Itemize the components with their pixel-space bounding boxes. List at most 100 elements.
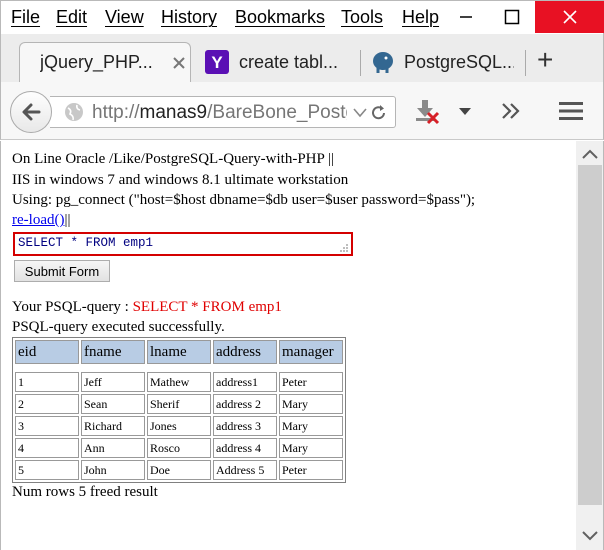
menu-file[interactable]: File [11, 7, 40, 28]
url-prefix: http:// [92, 102, 140, 123]
success-message: PSQL-query executed successfully. [12, 319, 225, 335]
query-textarea[interactable]: SELECT * FROM emp1 [13, 232, 353, 256]
page-content: On Line Oracle /Like/PostgreSQL-Query-wi… [0, 141, 576, 550]
scroll-thumb[interactable] [578, 165, 602, 505]
close-icon [562, 10, 577, 24]
title-line: On Line Oracle /Like/PostgreSQL-Query-wi… [12, 151, 335, 167]
query-text: SELECT * FROM emp1 [18, 236, 154, 250]
tab-postgresql[interactable]: PostgreSQL... [366, 42, 524, 82]
overflow-chevrons-icon[interactable] [500, 102, 522, 120]
row-count-text: Num rows 5 freed result [12, 484, 158, 500]
table-cell: Mary [279, 416, 343, 436]
table-cell: 4 [15, 438, 79, 458]
menu-bookmarks[interactable]: Bookmarks [235, 7, 325, 28]
reload-suffix: || [64, 212, 71, 228]
tab-separator [360, 50, 361, 76]
globe-icon [65, 103, 83, 121]
url-path: /BareBone_Postg [207, 102, 347, 123]
tab-jquery-php[interactable]: jQuery_PHP... [19, 42, 191, 82]
environment-line: IIS in windows 7 and windows 8.1 ultimat… [12, 172, 349, 188]
table-cell: 2 [15, 394, 79, 414]
table-cell: 5 [15, 460, 79, 480]
table-row: 5 John Doe Address 5 Peter [15, 460, 343, 480]
header-cell-lname: lname [147, 340, 211, 364]
minimize-button[interactable] [443, 1, 489, 33]
menu-edit[interactable]: Edit [56, 7, 87, 28]
psql-query-line: Your PSQL-query : SELECT * FROM emp1 [12, 299, 282, 316]
table-cell: 3 [15, 416, 79, 436]
minimize-icon [460, 16, 472, 18]
svg-text:Y: Y [211, 53, 223, 72]
menu-view[interactable]: View [105, 7, 144, 28]
menu-bar: File Edit View History Bookmarks Tools H… [0, 0, 604, 34]
postgresql-elephant-icon [373, 52, 393, 73]
scroll-down-icon[interactable] [582, 531, 598, 541]
table-cell: Sherif [147, 394, 211, 414]
menu-help[interactable]: Help [402, 7, 439, 28]
tab-separator [525, 50, 526, 76]
table-cell: 1 [15, 372, 79, 392]
table-row: 1 Jeff Mathew address1 Peter [15, 372, 343, 392]
menu-history[interactable]: History [161, 7, 217, 28]
table-row: 2 Sean Sherif address 2 Mary [15, 394, 343, 414]
header-cell-manager: manager [279, 340, 343, 364]
close-window-button[interactable] [535, 1, 604, 33]
table-row: 3 Richard Jones address 3 Mary [15, 416, 343, 436]
table-cell: John [81, 460, 145, 480]
table-cell: Doe [147, 460, 211, 480]
usage-line: Using: pg_connect ("host=$host dbname=$d… [12, 192, 476, 208]
back-button[interactable] [10, 91, 52, 133]
back-arrow-icon [22, 103, 41, 121]
chevron-down-icon[interactable] [458, 107, 472, 117]
table-cell: address 3 [213, 416, 277, 436]
header-cell-fname: fname [81, 340, 145, 364]
table-cell: Mathew [147, 372, 211, 392]
tab-close-icon[interactable] [172, 56, 186, 70]
table-cell: address 2 [213, 394, 277, 414]
scroll-up-icon[interactable] [582, 149, 598, 159]
maximize-button[interactable] [489, 1, 535, 33]
resize-grip-icon[interactable] [339, 243, 349, 253]
table-cell: Richard [81, 416, 145, 436]
table-cell: Rosco [147, 438, 211, 458]
yahoo-icon: Y [205, 50, 229, 74]
psql-query-label: Your PSQL-query : [12, 299, 133, 315]
url-text[interactable]: http://manas9/BareBone_Postg [92, 102, 347, 124]
dropdown-arrow-icon[interactable] [353, 108, 367, 118]
table-cell: address1 [213, 372, 277, 392]
table-cell: Peter [279, 372, 343, 392]
tab-label: create tabl... [239, 51, 339, 72]
navigation-bar: http://manas9/BareBone_Postg [0, 82, 604, 140]
vertical-scrollbar[interactable] [576, 141, 604, 550]
submit-form-button[interactable]: Submit Form [14, 260, 110, 282]
psql-query-value: SELECT * FROM emp1 [132, 299, 282, 315]
download-blocked-icon[interactable] [413, 98, 441, 126]
tab-label: PostgreSQL... [404, 51, 514, 72]
table-cell: Jeff [81, 372, 145, 392]
tab-label: jQuery_PHP... [40, 52, 153, 72]
maximize-icon [504, 9, 520, 25]
url-host: manas9 [139, 102, 208, 123]
table-cell: Mary [279, 394, 343, 414]
tab-strip: jQuery_PHP... Y create tabl... PostgreSQ… [0, 34, 604, 82]
new-tab-button[interactable]: + [537, 44, 553, 76]
reload-link[interactable]: re-load() [12, 212, 64, 228]
table-cell: Ann [81, 438, 145, 458]
reload-line: re-load()|| [12, 212, 70, 229]
table-header-row: eid fname lname address manager [15, 340, 343, 364]
table-row: 4 Ann Rosco address 4 Mary [15, 438, 343, 458]
hamburger-menu-icon[interactable] [559, 101, 583, 121]
table-cell: Mary [279, 438, 343, 458]
reload-icon[interactable] [370, 104, 388, 122]
tab-create-table[interactable]: Y create tabl... [201, 42, 359, 82]
result-table: eid fname lname address manager 1 Jeff M… [12, 337, 346, 483]
table-cell: Address 5 [213, 460, 277, 480]
table-cell: address 4 [213, 438, 277, 458]
menu-tools[interactable]: Tools [341, 7, 383, 28]
header-cell-eid: eid [15, 340, 79, 364]
table-cell: Sean [81, 394, 145, 414]
table-cell: Peter [279, 460, 343, 480]
table-cell: Jones [147, 416, 211, 436]
header-cell-address: address [213, 340, 277, 364]
url-bar[interactable]: http://manas9/BareBone_Postg [50, 96, 396, 128]
